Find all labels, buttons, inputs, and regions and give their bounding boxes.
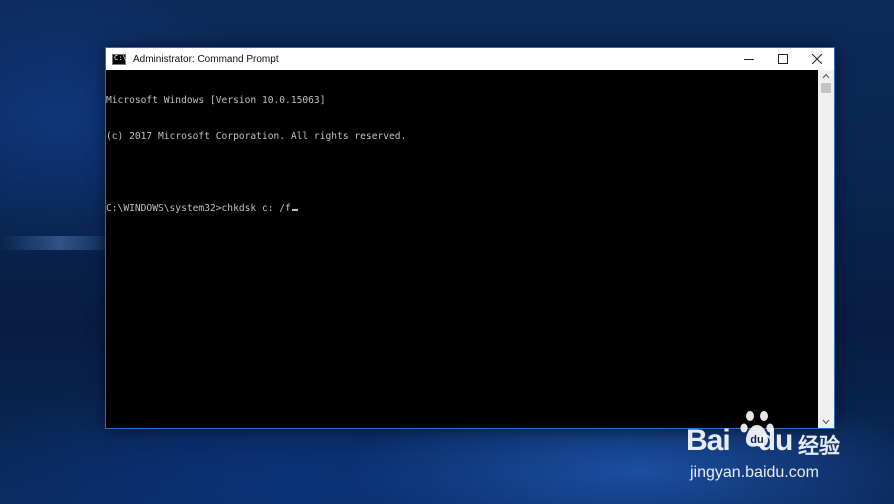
- maximize-button[interactable]: [766, 48, 800, 70]
- baidu-paw-icon: du: [740, 411, 774, 447]
- console-line-version: Microsoft Windows [Version 10.0.15063]: [106, 95, 326, 106]
- baidu-jingyan-watermark: Bai du du 经验 jingyan.baidu.com: [686, 408, 886, 488]
- minimize-icon: [744, 59, 754, 60]
- watermark-brand-bai: Bai: [686, 424, 731, 457]
- command-text: C:\WINDOWS\system32>chkdsk c: /f: [106, 203, 291, 214]
- chevron-up-icon: [822, 73, 830, 79]
- minimize-button[interactable]: [732, 48, 766, 70]
- maximize-icon: [778, 54, 788, 64]
- cmd-app-icon: C:\: [112, 53, 127, 65]
- svg-text:du: du: [750, 434, 763, 446]
- command-prompt-window[interactable]: C:\ Administrator: Command Prompt Micros…: [105, 47, 835, 429]
- desktop-light-streak: [0, 236, 120, 250]
- scroll-up-button[interactable]: [818, 70, 834, 82]
- console-output[interactable]: Microsoft Windows [Version 10.0.15063] (…: [106, 70, 818, 428]
- title-bar[interactable]: C:\ Administrator: Command Prompt: [106, 48, 834, 70]
- window-title: Administrator: Command Prompt: [133, 53, 279, 65]
- close-icon: [812, 54, 822, 64]
- watermark-product: 经验: [798, 434, 840, 458]
- scroll-thumb[interactable]: [821, 83, 831, 93]
- close-button[interactable]: [800, 48, 834, 70]
- console-line-copyright: (c) 2017 Microsoft Corporation. All righ…: [106, 131, 407, 142]
- window-controls: [732, 48, 834, 70]
- text-cursor: [291, 209, 298, 211]
- watermark-url: jingyan.baidu.com: [690, 464, 819, 481]
- console-line-command[interactable]: C:\WINDOWS\system32>chkdsk c: /f: [106, 203, 818, 215]
- vertical-scrollbar[interactable]: [818, 70, 834, 428]
